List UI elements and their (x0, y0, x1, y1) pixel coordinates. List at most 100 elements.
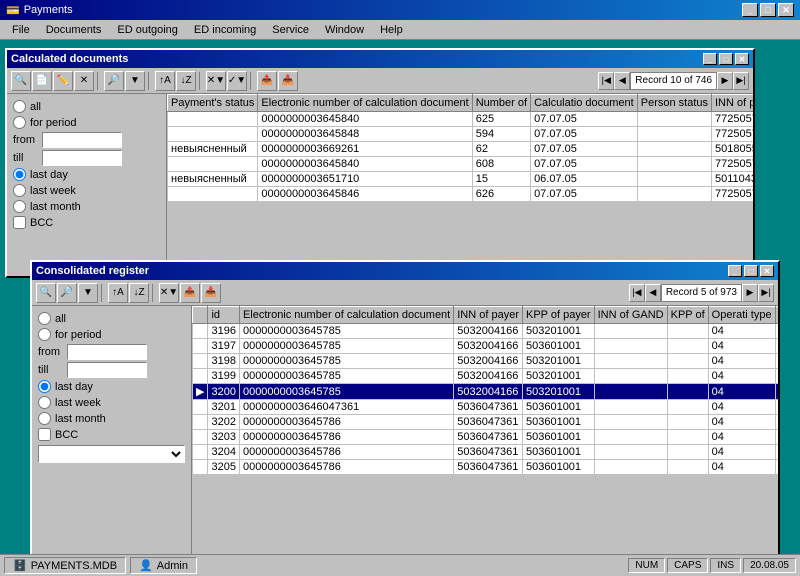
delete-button[interactable]: ✕ (74, 71, 94, 91)
table-row[interactable]: 000000000364584859407.07.057725057310772… (168, 127, 754, 142)
import-button[interactable]: 📥 (278, 71, 298, 91)
consol-reg-minimize[interactable]: _ (728, 265, 742, 277)
cr-apply-button[interactable]: 📤 (180, 283, 200, 303)
taskbar: 🗄️ PAYMENTS.MDB 👤 Admin NUM CAPS INS 20.… (0, 554, 800, 576)
cr-nav-first-button[interactable]: |◀ (629, 284, 645, 302)
table-row[interactable]: 3205000000000364578650360473615036010010… (193, 460, 779, 475)
nav-next-button[interactable]: ▶ (717, 72, 733, 90)
from-date-input[interactable] (42, 132, 122, 148)
filter-button[interactable]: ▼ (125, 71, 145, 91)
cr-find-button[interactable]: 🔎 (57, 283, 77, 303)
calc-docs-nav-info: Record 10 of 746 (630, 72, 717, 90)
bcc-checkbox[interactable] (13, 216, 26, 229)
menu-bar: File Documents ED outgoing ED incoming S… (0, 20, 800, 40)
col-calc-doc: Calculatio document (531, 95, 638, 112)
cr-import-button[interactable]: 📥 (201, 283, 221, 303)
menu-ed-incoming[interactable]: ED incoming (186, 22, 264, 38)
cr-radio-for-period[interactable]: for period (38, 328, 185, 341)
radio-for-period[interactable]: for period (13, 116, 160, 129)
cr-nav-last-button[interactable]: ▶| (758, 284, 774, 302)
cr-search-button[interactable]: 🔍 (36, 283, 56, 303)
table-row[interactable]: невыясненный00000000036692616207.07.0550… (168, 142, 754, 157)
sort-desc-button[interactable]: ↓Z (176, 71, 196, 91)
new-doc-button[interactable]: 📄 (32, 71, 52, 91)
cr-radio-last-month[interactable]: last month (38, 412, 185, 425)
cr-radio-all[interactable]: all (38, 312, 185, 325)
nav-last-button[interactable]: ▶| (733, 72, 749, 90)
table-row[interactable]: 3202000000000364578650360473615036010010… (193, 415, 779, 430)
cr-col-kpp: KPP of payer (522, 307, 594, 324)
table-row[interactable]: 000000000364584062507.07.057725057310772… (168, 112, 754, 127)
nav-first-button[interactable]: |◀ (598, 72, 614, 90)
cr-till-date-input[interactable] (67, 362, 147, 378)
menu-file[interactable]: File (4, 22, 38, 38)
radio-all[interactable]: all (13, 100, 160, 113)
table-row[interactable]: 3196000000000364578550320041665032010010… (193, 324, 779, 339)
calc-docs-close[interactable]: ✕ (735, 53, 749, 65)
table-row[interactable]: 3201000000000364604736150360473615036010… (193, 400, 779, 415)
cr-col-id-val: id (208, 307, 239, 324)
cr-nav-prev-button[interactable]: ◀ (645, 284, 661, 302)
cr-radio-last-day[interactable]: last day (38, 380, 185, 393)
menu-service[interactable]: Service (264, 22, 317, 38)
cr-col-op-type: Operati type (708, 307, 775, 324)
table-row[interactable]: 3203000000000364578650360473615036010010… (193, 430, 779, 445)
cr-from-date-input[interactable] (67, 344, 147, 360)
remove-filter-button[interactable]: ✕▼ (206, 71, 226, 91)
from-label: from (13, 134, 38, 146)
minimize-button[interactable]: _ (742, 3, 758, 17)
cr-sep2 (152, 284, 156, 302)
maximize-button[interactable]: □ (760, 3, 776, 17)
consol-reg-close[interactable]: ✕ (760, 265, 774, 277)
taskbar-db: 🗄️ PAYMENTS.MDB (4, 557, 126, 574)
calc-docs-minimize[interactable]: _ (703, 53, 717, 65)
sep4 (250, 72, 254, 90)
radio-last-day[interactable]: last day (13, 168, 160, 181)
col-inn: INN of payer (712, 95, 754, 112)
cr-col-type-base: Type of base-documer (775, 307, 778, 324)
calc-docs-maximize[interactable]: □ (719, 53, 733, 65)
table-row[interactable]: ▶320000000000036457855032004166503201001… (193, 384, 779, 400)
table-row[interactable]: 3199000000000364578550320041665032010010… (193, 369, 779, 384)
bcc-row: BCC (13, 216, 160, 229)
table-row[interactable]: невыясненный00000000036517101506.07.0550… (168, 172, 754, 187)
cr-sort-desc-button[interactable]: ↓Z (129, 283, 149, 303)
cr-radio-last-week[interactable]: last week (38, 396, 185, 409)
nav-prev-button[interactable]: ◀ (614, 72, 630, 90)
menu-ed-outgoing[interactable]: ED outgoing (109, 22, 186, 38)
till-date-input[interactable] (42, 150, 122, 166)
cr-sort-asc-button[interactable]: ↑A (108, 283, 128, 303)
cr-filter-button[interactable]: ▼ (78, 283, 98, 303)
table-row[interactable]: 3198000000000364578550320041665032010010… (193, 354, 779, 369)
table-row[interactable]: 3204000000000364578650360473615036010010… (193, 445, 779, 460)
sort-asc-button[interactable]: ↑A (155, 71, 175, 91)
consol-reg-maximize[interactable]: □ (744, 265, 758, 277)
export-button[interactable]: 📤 (257, 71, 277, 91)
menu-documents[interactable]: Documents (38, 22, 110, 38)
cr-col-elec-num: Electronic number of calculation documen… (239, 307, 453, 324)
close-button[interactable]: ✕ (778, 3, 794, 17)
menu-window[interactable]: Window (317, 22, 372, 38)
cr-nav-controls: |◀ ◀ Record 5 of 973 ▶ ▶| (629, 284, 774, 302)
table-row[interactable]: 000000000364584060807.07.057725057310772… (168, 157, 754, 172)
calc-docs-window: Calculated documents _ □ ✕ 🔍 📄 ✏️ ✕ 🔎 ▼ … (5, 48, 755, 278)
taskbar-num: NUM (628, 558, 665, 573)
calc-docs-sidebar: all for period from till (7, 94, 167, 276)
edit-button[interactable]: ✏️ (53, 71, 73, 91)
cr-bcc-dropdown[interactable] (38, 445, 185, 463)
menu-help[interactable]: Help (372, 22, 411, 38)
cr-nav-next-button[interactable]: ▶ (742, 284, 758, 302)
apply-filter-button[interactable]: ✓▼ (227, 71, 247, 91)
consol-reg-nav-info: Record 5 of 973 (661, 284, 742, 302)
consol-reg-table-area: id Electronic number of calculation docu… (192, 306, 778, 568)
db-label: PAYMENTS.MDB (31, 560, 117, 572)
cr-bcc-checkbox[interactable] (38, 428, 51, 441)
search-button[interactable]: 🔍 (11, 71, 31, 91)
taskbar-caps: CAPS (667, 558, 708, 573)
table-row[interactable]: 000000000364584662607.07.057725057310772… (168, 187, 754, 202)
radio-last-week[interactable]: last week (13, 184, 160, 197)
table-row[interactable]: 3197000000000364578550320041665036010010… (193, 339, 779, 354)
find-button[interactable]: 🔎 (104, 71, 124, 91)
cr-remove-filter-button[interactable]: ✕▼ (159, 283, 179, 303)
radio-last-month[interactable]: last month (13, 200, 160, 213)
